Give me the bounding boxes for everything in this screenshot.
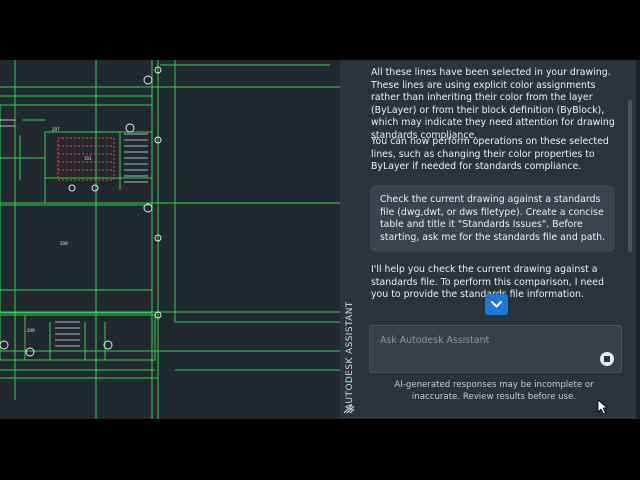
assistant-title: AUTODESK ASSISTANT [345,301,355,410]
room-label: 207 [52,127,60,132]
panel-scrollbar[interactable] [628,100,632,252]
grip-icon[interactable] [343,404,355,414]
ai-disclaimer: AI-generated responses may be incomplete… [394,380,594,402]
room-label: 301 [84,156,92,161]
window-edge [636,60,640,419]
assistant-message: You can now perform operations on these … [371,136,609,173]
stop-icon [604,356,610,362]
room-label: 208 [60,241,68,246]
stop-button[interactable] [600,352,614,366]
prompt-input-box[interactable] [369,325,622,373]
cursor-icon [597,399,609,415]
room-label: 209 [27,328,35,333]
floor-plan-drawing: 207 301 208 209 [0,60,340,419]
drawing-canvas[interactable]: 207 301 208 209 [0,60,340,419]
user-message: Check the current drawing against a stan… [380,194,606,243]
scroll-to-bottom-button[interactable] [485,294,508,315]
assistant-panel: All these lines have been selected in yo… [358,60,640,419]
assistant-message: All these lines have been selected in yo… [371,67,615,141]
app-frame: 207 301 208 209 AUTODESK ASSISTANT All t… [0,60,640,419]
ask-assistant-input[interactable] [378,330,592,350]
chevron-down-icon [491,301,502,308]
user-message-bubble: Check the current drawing against a stan… [370,185,615,252]
assistant-title-bar: AUTODESK ASSISTANT [340,60,358,419]
